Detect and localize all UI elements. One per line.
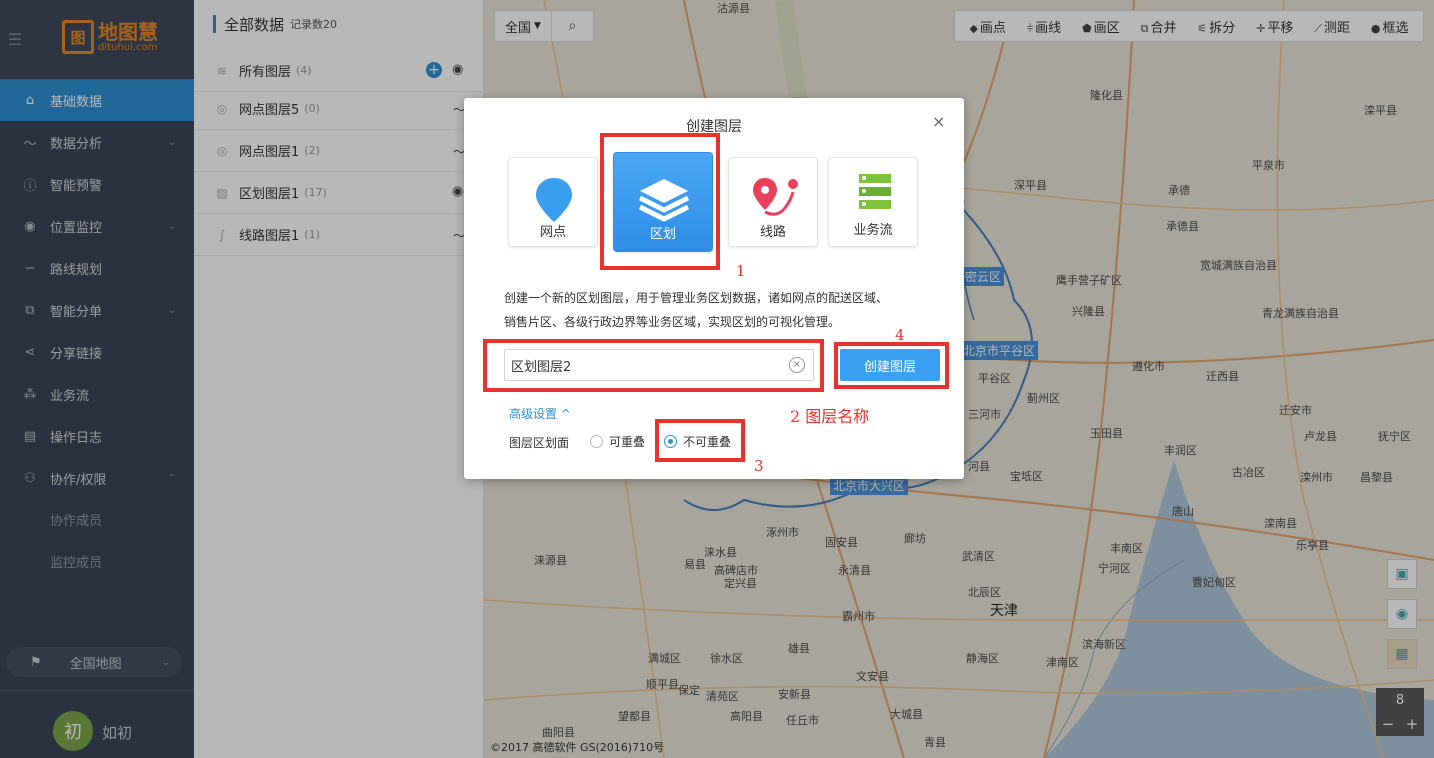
radio-dot xyxy=(664,435,677,448)
layer-type-label: 网点 xyxy=(539,225,566,240)
annotation-label-1: 1 xyxy=(736,262,746,280)
flow-icon xyxy=(859,174,891,209)
route-icon xyxy=(753,178,798,216)
layer-name-input[interactable] xyxy=(504,349,814,381)
radio-overlap-allowed[interactable]: 可重叠 xyxy=(590,433,645,450)
create-layer-button[interactable]: 创建图层 xyxy=(840,349,940,381)
annotation-label-4: 4 xyxy=(895,326,905,344)
close-icon[interactable]: × xyxy=(932,112,945,131)
layer-type-label: 业务流 xyxy=(853,223,893,238)
layer-type-route[interactable]: 线路 xyxy=(728,157,818,247)
clear-input-icon[interactable]: × xyxy=(789,357,805,373)
layer-type-flow[interactable]: 业务流 xyxy=(828,157,918,247)
dialog-title: 创建图层 xyxy=(686,119,742,135)
layer-type-label: 区划 xyxy=(649,227,676,242)
layer-type-label: 线路 xyxy=(759,225,786,240)
radio-overlap-forbidden[interactable]: 不可重叠 xyxy=(664,433,731,450)
app-root: ☰ 图 地图慧 dituhui.com ⌂ 基础数据 〜 数据分析 ⌄ ⓘ 智能… xyxy=(0,0,1434,758)
radio-dot xyxy=(590,435,603,448)
annotation-label-2: 2 图层名称 xyxy=(790,407,870,426)
layers-icon xyxy=(638,179,690,222)
overlap-label: 图层区划面 xyxy=(509,436,570,450)
layer-type-region[interactable]: 区划 xyxy=(613,152,713,252)
annotation-label-3: 3 xyxy=(754,457,764,475)
layer-type-point[interactable]: 网点 xyxy=(508,157,598,247)
create-layer-dialog: 创建图层 × 网点 区划 线路 业务流 创建一个新的区划图层，用于管理业务区划数… xyxy=(464,98,964,479)
dialog-description: 创建一个新的区划图层，用于管理业务区划数据，诸如网点的配送区域、 销售片区、各级… xyxy=(504,291,889,329)
advanced-settings-toggle[interactable]: 高级设置 ^ xyxy=(509,405,571,422)
